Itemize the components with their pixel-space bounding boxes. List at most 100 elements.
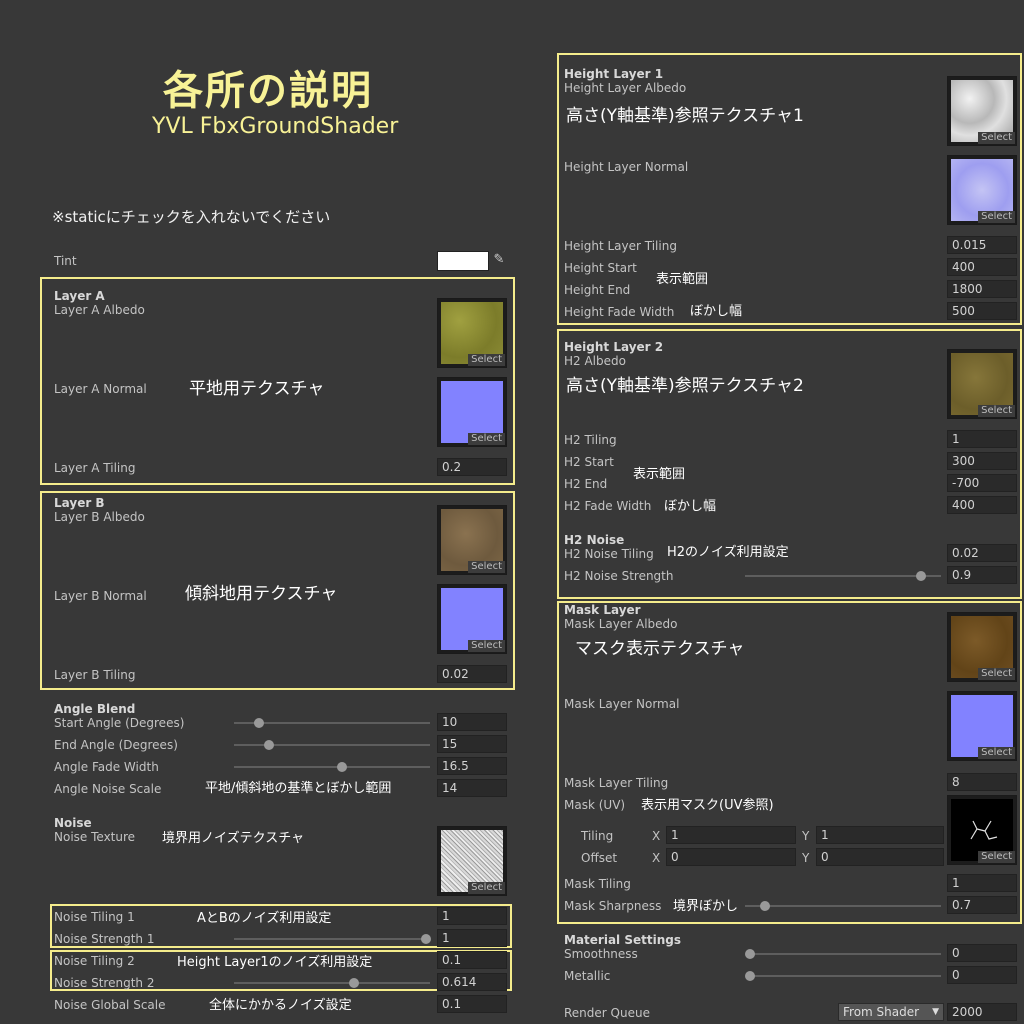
- smoothness-slider[interactable]: [745, 949, 941, 959]
- h2-start-label: H2 Start: [564, 455, 614, 469]
- angle-fade-width-slider[interactable]: [234, 762, 430, 772]
- mask-layer-albedo-label: Mask Layer Albedo: [564, 617, 678, 631]
- angle-blend-header: Angle Blend: [54, 702, 136, 716]
- slider-knob[interactable]: [336, 762, 347, 772]
- metallic-input[interactable]: 0: [947, 966, 1017, 984]
- angle-fade-width-input[interactable]: 16.5: [437, 757, 507, 775]
- height-end-input[interactable]: 1800: [947, 280, 1017, 298]
- mask-uv-slot[interactable]: Select: [947, 795, 1017, 865]
- tint-color-swatch[interactable]: [437, 251, 489, 271]
- select-button[interactable]: Select: [468, 354, 505, 366]
- mask-tiling-x-input[interactable]: 1: [666, 826, 796, 844]
- render-queue-input[interactable]: 2000: [947, 1003, 1017, 1021]
- select-button[interactable]: Select: [468, 882, 505, 894]
- chevron-down-icon: ▼: [932, 1007, 939, 1017]
- h2-end-input[interactable]: -700: [947, 474, 1017, 492]
- render-queue-dropdown[interactable]: From Shader ▼: [838, 1003, 944, 1021]
- start-angle-label: Start Angle (Degrees): [54, 716, 185, 730]
- noise-tiling-2-input[interactable]: 0.1: [437, 951, 507, 969]
- select-button[interactable]: Select: [978, 668, 1015, 680]
- h2-fade-width-input[interactable]: 400: [947, 496, 1017, 514]
- layer-a-normal-slot[interactable]: Select: [437, 377, 507, 447]
- mask-layer-albedo-slot[interactable]: Select: [947, 612, 1017, 682]
- h2-albedo-slot[interactable]: Select: [947, 349, 1017, 419]
- offset-x-label: X: [652, 851, 661, 865]
- slider-knob[interactable]: [759, 901, 770, 911]
- height-layer-1-header: Height Layer 1: [564, 67, 664, 81]
- select-button[interactable]: Select: [468, 561, 505, 573]
- height-layer-tiling-label: Height Layer Tiling: [564, 239, 677, 253]
- layer-a-tiling-label: Layer A Tiling: [54, 461, 136, 475]
- layer-a-albedo-slot[interactable]: Select: [437, 298, 507, 368]
- static-warning-note: ※staticにチェックを入れないでください: [52, 208, 331, 226]
- slider-knob[interactable]: [264, 740, 275, 750]
- noise-strength-1-slider[interactable]: [234, 934, 431, 944]
- h2-start-input[interactable]: 300: [947, 452, 1017, 470]
- mask-sharpness-input[interactable]: 0.7: [947, 896, 1017, 914]
- slider-knob[interactable]: [254, 718, 265, 728]
- height-layer-normal-label: Height Layer Normal: [564, 160, 689, 174]
- noise-texture-slot[interactable]: Select: [437, 826, 507, 896]
- mask-sharpness-slider[interactable]: [745, 901, 941, 911]
- mask-offset-x-input[interactable]: 0: [666, 848, 796, 866]
- render-queue-mode: From Shader: [843, 1005, 920, 1019]
- height-start-input[interactable]: 400: [947, 258, 1017, 276]
- noise-strength-1-input[interactable]: 1: [437, 929, 507, 947]
- metallic-slider[interactable]: [745, 971, 941, 981]
- noise-strength-2-input[interactable]: 0.614: [437, 973, 507, 991]
- layer-b-normal-slot[interactable]: Select: [437, 584, 507, 654]
- select-button[interactable]: Select: [978, 405, 1015, 417]
- h2-noise-tiling-input[interactable]: 0.02: [947, 544, 1017, 562]
- h2-noise-strength-input[interactable]: 0.9: [947, 566, 1017, 584]
- mask-tiling-label: Mask Tiling: [564, 877, 631, 891]
- h2-noise-strength-label: H2 Noise Strength: [564, 569, 674, 583]
- height-fade-width-label: Height Fade Width: [564, 305, 675, 319]
- mask-tiling-input[interactable]: 1: [947, 874, 1017, 892]
- height-layer-normal-slot[interactable]: Select: [947, 155, 1017, 225]
- smoothness-label: Smoothness: [564, 947, 638, 961]
- metallic-label: Metallic: [564, 969, 611, 983]
- noise-global-scale-input[interactable]: 0.1: [437, 995, 507, 1013]
- slider-knob[interactable]: [421, 934, 431, 944]
- layer-b-albedo-label: Layer B Albedo: [54, 510, 145, 524]
- select-button[interactable]: Select: [978, 132, 1015, 144]
- angle-noise-scale-input[interactable]: 14: [437, 779, 507, 797]
- select-button[interactable]: Select: [978, 211, 1015, 223]
- noise-strength-1-label: Noise Strength 1: [54, 932, 155, 946]
- h2-tiling-input[interactable]: 1: [947, 430, 1017, 448]
- noise-strength-2-slider[interactable]: [234, 978, 430, 988]
- eyedropper-icon[interactable]: ✎: [490, 251, 508, 269]
- mask-layer-normal-slot[interactable]: Select: [947, 691, 1017, 761]
- end-angle-input[interactable]: 15: [437, 735, 507, 753]
- select-button[interactable]: Select: [978, 851, 1015, 863]
- mask-layer-tiling-input[interactable]: 8: [947, 773, 1017, 791]
- height-start-label: Height Start: [564, 261, 637, 275]
- layer-b-tiling-input[interactable]: 0.02: [437, 665, 507, 683]
- height-layer-tiling-input[interactable]: 0.015: [947, 236, 1017, 254]
- smoothness-input[interactable]: 0: [947, 944, 1017, 962]
- h2-fade-width-label: H2 Fade Width: [564, 499, 652, 513]
- end-angle-slider[interactable]: [234, 740, 430, 750]
- tint-label: Tint: [54, 254, 77, 268]
- noise-tiling-1-input[interactable]: 1: [437, 907, 507, 925]
- start-angle-slider[interactable]: [234, 718, 430, 728]
- select-button[interactable]: Select: [468, 433, 505, 445]
- page-subtitle: YVL FbxGroundShader: [152, 114, 399, 139]
- h2-blur-annotation: ぼかし幅: [664, 499, 717, 514]
- layer-a-header: Layer A: [54, 289, 105, 303]
- h2-noise-strength-slider[interactable]: [745, 571, 941, 581]
- layer-a-tiling-input[interactable]: 0.2: [437, 458, 507, 476]
- noise-texture-label: Noise Texture: [54, 830, 136, 844]
- noise-strength-2-label: Noise Strength 2: [54, 976, 155, 990]
- mask-layer-tiling-label: Mask Layer Tiling: [564, 776, 669, 790]
- layer-b-albedo-slot[interactable]: Select: [437, 505, 507, 575]
- mask-offset-y-input[interactable]: 0: [816, 848, 944, 866]
- select-button[interactable]: Select: [468, 640, 505, 652]
- slider-knob[interactable]: [745, 949, 755, 959]
- select-button[interactable]: Select: [978, 747, 1015, 759]
- start-angle-input[interactable]: 10: [437, 713, 507, 731]
- height-layer-albedo-slot[interactable]: Select: [947, 76, 1017, 146]
- height-fade-width-input[interactable]: 500: [947, 302, 1017, 320]
- mask-tiling-y-input[interactable]: 1: [816, 826, 944, 844]
- slider-knob[interactable]: [745, 971, 755, 981]
